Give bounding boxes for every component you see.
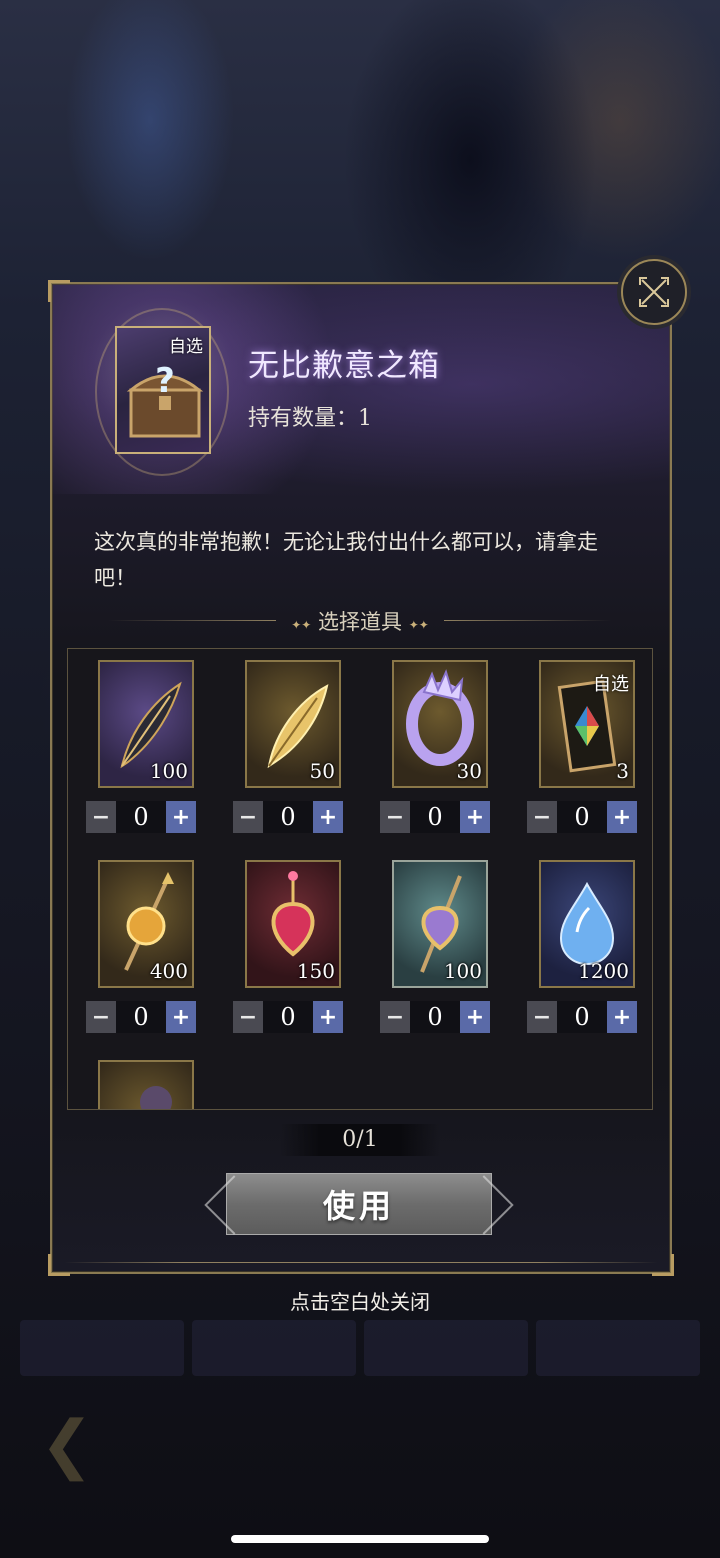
item-card[interactable]: 100 <box>392 860 488 988</box>
item-grid[interactable]: 100 − 0 + 50 − 0 + 30 − 0 + 自选 3 − 0 + 4… <box>67 648 653 1110</box>
footer-divider <box>64 1262 658 1263</box>
chest-tag: 自选 <box>169 337 203 357</box>
section-header: ✦✦ 选择道具 ✦✦ <box>280 606 440 636</box>
svg-text:?: ? <box>155 361 175 401</box>
selected-count: 0 <box>116 1001 166 1033</box>
close-cross-icon <box>639 277 669 307</box>
item-quantity: 30 <box>456 759 482 783</box>
quantity-stepper: − 0 + <box>527 1001 637 1033</box>
chest-description: 这次真的非常抱歉！无论让我付出什么都可以，请拿走吧！ <box>94 530 598 590</box>
tap-to-close-hint[interactable]: 点击空白处关闭 <box>0 1286 720 1315</box>
increment-button[interactable]: + <box>166 1001 196 1033</box>
quantity-stepper: − 0 + <box>380 801 490 833</box>
item-quantity: 150 <box>296 959 335 983</box>
item-card[interactable] <box>98 1060 194 1109</box>
corner-ornament <box>48 1254 70 1276</box>
own-count: 持有数量：1 <box>248 400 372 432</box>
decrement-button[interactable]: − <box>233 1001 263 1033</box>
selected-count: 0 <box>557 801 607 833</box>
item-card[interactable]: 50 <box>245 660 341 788</box>
quantity-stepper: − 0 + <box>527 801 637 833</box>
item-tag: 自选 <box>593 674 629 695</box>
background-nav-bar <box>20 1320 700 1376</box>
own-count-value: 1 <box>358 406 373 431</box>
increment-button[interactable]: + <box>607 1001 637 1033</box>
quantity-stepper: − 0 + <box>380 1001 490 1033</box>
item-card[interactable]: 150 <box>245 860 341 988</box>
chest-portrait: 自选 ? <box>115 326 211 454</box>
selected-count: 0 <box>410 801 460 833</box>
increment-button[interactable]: + <box>460 1001 490 1033</box>
chest-title: 无比歉意之箱 <box>248 348 440 384</box>
partial-item-icon <box>140 1086 172 1109</box>
decrement-button[interactable]: − <box>380 1001 410 1033</box>
section-divider <box>108 620 276 621</box>
quantity-stepper: − 0 + <box>233 801 343 833</box>
background-back-arrow-icon: ❮ <box>40 1408 94 1482</box>
diamond-ornament-icon: ✦✦ <box>291 618 312 632</box>
item-quantity: 100 <box>149 759 188 783</box>
item-card[interactable]: 1200 <box>539 860 635 988</box>
item-quantity: 50 <box>309 759 335 783</box>
diamond-ornament-icon: ✦✦ <box>408 618 429 632</box>
item-card[interactable]: 自选 3 <box>539 660 635 788</box>
quantity-stepper: − 0 + <box>233 1001 343 1033</box>
decrement-button[interactable]: − <box>233 801 263 833</box>
mystery-chest-icon: ? <box>126 361 204 438</box>
decrement-button[interactable]: − <box>527 1001 557 1033</box>
increment-button[interactable]: + <box>607 801 637 833</box>
item-card[interactable]: 100 <box>98 660 194 788</box>
selected-count: 0 <box>116 801 166 833</box>
increment-button[interactable]: + <box>313 1001 343 1033</box>
selection-counter: 0/1 <box>280 1124 440 1156</box>
selected-count: 0 <box>410 1001 460 1033</box>
use-button[interactable]: 使用 <box>226 1173 492 1235</box>
section-divider <box>444 620 612 621</box>
increment-button[interactable]: + <box>460 801 490 833</box>
quantity-stepper: − 0 + <box>86 1001 196 1033</box>
item-quantity: 3 <box>616 759 629 783</box>
decrement-button[interactable]: − <box>527 801 557 833</box>
increment-button[interactable]: + <box>166 801 196 833</box>
selected-count: 0 <box>263 801 313 833</box>
decrement-button[interactable]: − <box>86 1001 116 1033</box>
increment-button[interactable]: + <box>313 801 343 833</box>
close-button[interactable] <box>621 259 687 325</box>
section-title: 选择道具 <box>318 610 402 634</box>
selected-count: 0 <box>263 1001 313 1033</box>
item-quantity: 400 <box>149 959 188 983</box>
own-count-label: 持有数量： <box>248 406 359 431</box>
selected-count: 0 <box>557 1001 607 1033</box>
item-card[interactable]: 30 <box>392 660 488 788</box>
item-card[interactable]: 400 <box>98 860 194 988</box>
quantity-stepper: − 0 + <box>86 801 196 833</box>
home-indicator[interactable] <box>231 1535 489 1543</box>
decrement-button[interactable]: − <box>380 801 410 833</box>
corner-ornament <box>48 280 70 302</box>
corner-ornament <box>652 1254 674 1276</box>
item-quantity: 100 <box>443 959 482 983</box>
item-quantity: 1200 <box>578 959 629 983</box>
decrement-button[interactable]: − <box>86 801 116 833</box>
